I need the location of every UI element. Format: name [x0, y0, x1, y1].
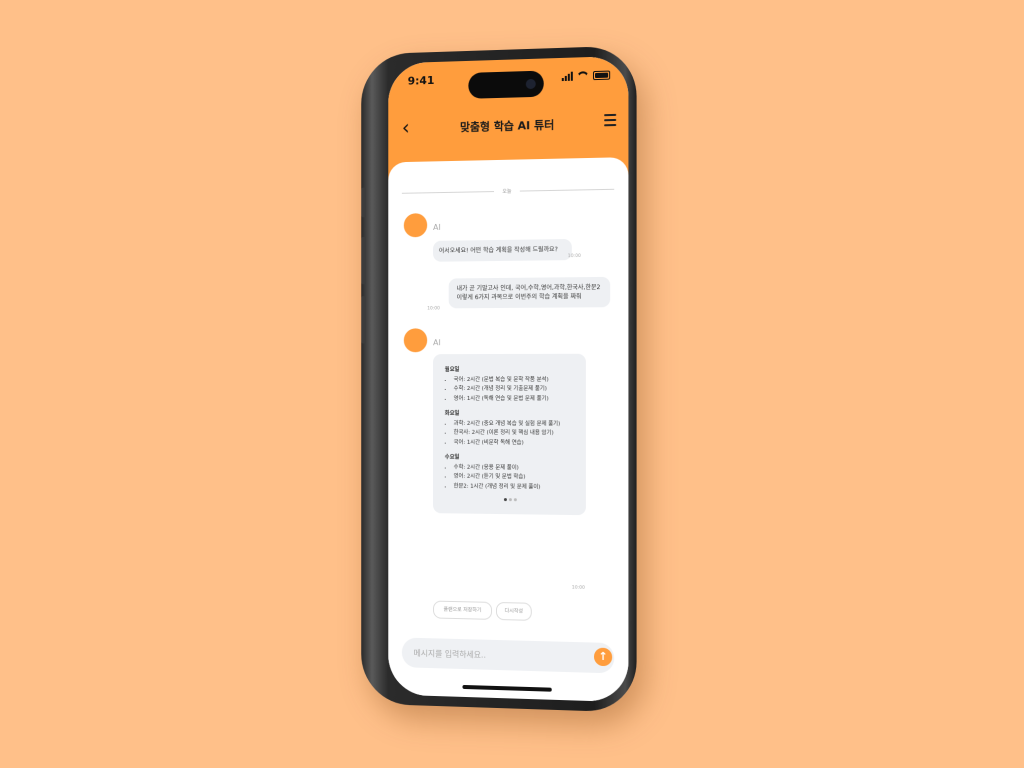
mute-switch — [361, 187, 367, 218]
message-time: 10:00 — [571, 585, 585, 591]
status-icons — [561, 70, 611, 82]
plan-item: 수학: 2시간 (개념 정리 및 기출문제 풀기) — [454, 385, 576, 395]
plan-item: 영어: 2시간 (듣기 및 문법 학습) — [454, 473, 576, 484]
sender-name: AI — [433, 338, 441, 348]
pager-dot[interactable] — [508, 498, 512, 502]
message-time: 10:00 — [567, 253, 581, 260]
plan-item: 영어: 1시간 (독해 연습 및 문법 문제 풀기) — [454, 394, 576, 404]
message-time: 10:00 — [427, 306, 440, 312]
plan-day: 월요일 — [444, 367, 460, 374]
arrow-up-icon: ↑ — [598, 649, 608, 664]
hamburger-menu-icon — [604, 113, 617, 117]
plan-item: 국어: 1시간 (비문학 독해 연습) — [454, 438, 576, 448]
plan-list: 국어: 2시간 (문법 복습 및 문학 작품 분석) 수학: 2시간 (개념 정… — [445, 375, 576, 404]
dynamic-island — [468, 70, 544, 99]
pager-dot[interactable] — [513, 498, 517, 502]
study-plan-card: 월요일 국어: 2시간 (문법 복습 및 문학 작품 분석) 수학: 2시간 (… — [433, 353, 586, 515]
phone-screen: 9:41 ‹ 맞춤형 학습 AI 튜터 오늘 AI 어서오세요! 어떤 학습 계… — [388, 55, 629, 703]
ai-avatar — [403, 213, 428, 238]
rewrite-chip[interactable]: 다시작성 — [496, 601, 532, 621]
message-input[interactable] — [401, 637, 615, 674]
user-message-bubble: 내가 곧 기말고사 인데, 국어,수학,영어,과학,한국사,한문2 이렇게 6가… — [448, 276, 611, 309]
date-divider: 오늘 — [401, 184, 615, 198]
plan-list: 과학: 2시간 (중요 개념 복습 및 실험 문제 풀기) 한국사: 2시간 (… — [445, 419, 576, 448]
status-time: 9:41 — [407, 73, 435, 88]
pager-dot[interactable] — [503, 498, 507, 502]
plan-item: 한국사: 2시간 (이론 정리 및 핵심 내용 암기) — [454, 429, 576, 439]
carousel-pager[interactable] — [445, 495, 576, 506]
phone-frame: 9:41 ‹ 맞춤형 학습 AI 튜터 오늘 AI 어서오세요! 어떤 학습 계… — [361, 45, 637, 713]
nav-bar: ‹ 맞춤형 학습 AI 튜터 — [388, 111, 628, 141]
message-text: 내가 곧 기말고사 인데, 국어,수학,영어,과학,한국사,한문2 이렇게 6가… — [456, 284, 601, 302]
battery-icon — [592, 70, 611, 81]
chat-area[interactable]: 오늘 AI 어서오세요! 어떤 학습 계획을 작성해 드릴까요? 10:00 1… — [388, 157, 629, 703]
volume-up-button — [361, 236, 367, 285]
volume-down-button — [361, 296, 367, 344]
plan-item: 한문2: 1시간 (개념 정리 및 문제 풀이) — [454, 482, 576, 493]
message-text: 어서오세요! 어떤 학습 계획을 작성해 드릴까요? — [438, 246, 558, 255]
save-plan-chip[interactable]: 플랜으로 저장하기 — [433, 600, 493, 620]
ai-avatar — [403, 328, 428, 353]
home-indicator — [462, 684, 552, 692]
wifi-icon — [577, 71, 589, 80]
page-title: 맞춤형 학습 AI 튜터 — [460, 118, 555, 134]
plan-list: 수학: 2시간 (응용 문제 풀이) 영어: 2시간 (듣기 및 문법 학습) … — [445, 463, 576, 493]
plan-day: 화요일 — [444, 410, 460, 417]
menu-button[interactable] — [604, 113, 617, 129]
signal-icon — [561, 71, 573, 82]
ai-message-bubble: 어서오세요! 어떤 학습 계획을 작성해 드릴까요? — [433, 238, 572, 262]
plan-item: 국어: 2시간 (문법 복습 및 문학 작품 분석) — [454, 375, 576, 385]
send-button[interactable]: ↑ — [593, 647, 613, 667]
date-divider-label: 오늘 — [502, 188, 512, 195]
sender-name: AI — [433, 222, 441, 232]
